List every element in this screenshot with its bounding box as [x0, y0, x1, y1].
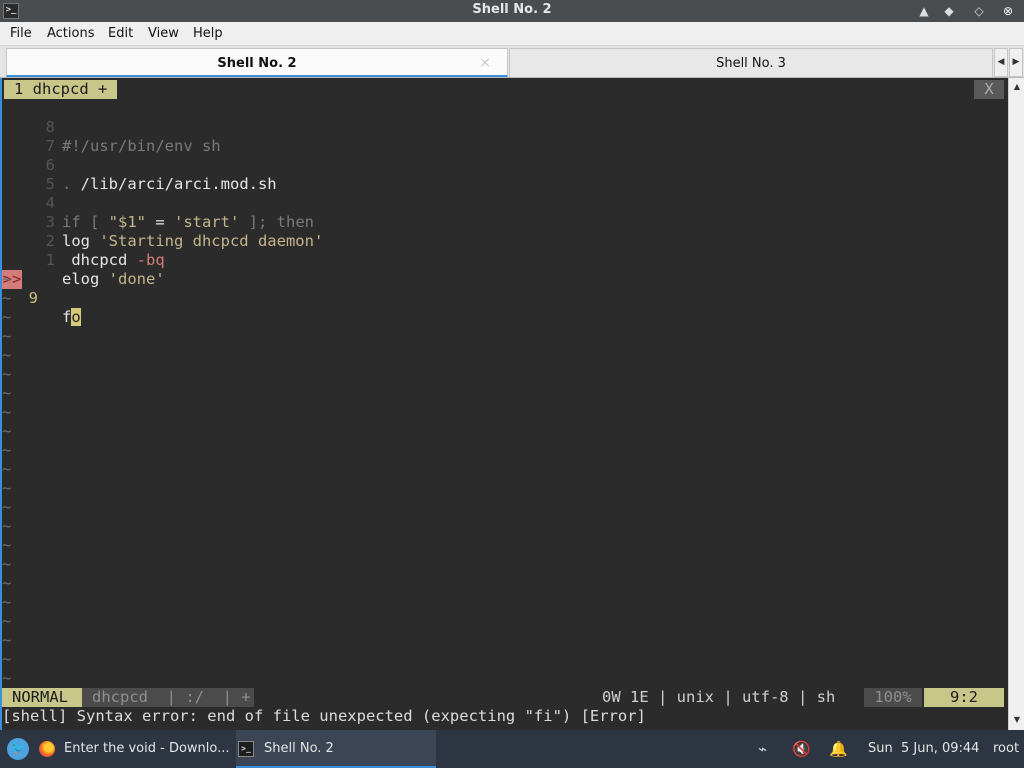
menu-view[interactable]: View — [148, 26, 179, 41]
code-line: 8 #!/usr/bin/env sh — [2, 99, 1006, 155]
empty-line-tilde: ~ — [2, 403, 12, 421]
code-text: elog 'done' — [62, 270, 165, 288]
tab-shell-3[interactable]: Shell No. 3 — [509, 48, 993, 77]
empty-line-tilde: ~ — [2, 441, 12, 459]
notifications-icon[interactable]: 🔔 — [829, 730, 848, 768]
taskbar: 🐦 Enter the void - Downlo... >_ Shell No… — [0, 730, 1024, 768]
vim-buffer-tab[interactable]: 1 dhcpcd + — [4, 80, 118, 99]
empty-line-tilde: ~ — [2, 631, 12, 649]
maximize-button[interactable]: ◇ — [970, 2, 988, 20]
empty-line-tilde: ~ — [2, 498, 12, 516]
empty-line-tilde: ~ — [2, 479, 12, 497]
scroll-up-arrow-icon[interactable]: ▲ — [1011, 81, 1023, 93]
vim-buffer-close[interactable]: X — [974, 80, 1004, 99]
menu-help[interactable]: Help — [193, 26, 223, 41]
taskbar-item-label: Enter the void - Downlo... — [64, 741, 230, 756]
vim-file-info: 0W 1E | unix | utf-8 | sh — [602, 688, 836, 706]
vim-buffer-line: 1 dhcpcd + X — [4, 80, 1008, 99]
tab-bar: Shell No. 2 × Shell No. 3 ◀ ▶ — [0, 46, 1024, 78]
vim-statusline: NORMAL dhcpcd | :/ | + 0W 1E | unix | ut… — [2, 688, 1006, 707]
code-line: 3 log 'Starting dhcpcd daemon' — [2, 194, 1006, 250]
code-line: 5 — [2, 156, 1006, 193]
firefox-icon — [39, 741, 55, 757]
empty-line-tilde: ~ — [2, 327, 12, 345]
empty-line-tilde: ~ — [2, 574, 12, 592]
vim-mode: NORMAL — [2, 688, 82, 707]
vim-file-section: dhcpcd | :/ | + — [82, 688, 254, 707]
empty-line-tilde: ~ — [2, 460, 12, 478]
user-name: root — [993, 741, 1020, 756]
taskbar-item-firefox[interactable]: Enter the void - Downlo... — [36, 730, 234, 768]
tab-scroll-right-button[interactable]: ▶ — [1009, 48, 1023, 77]
terminal-icon: >_ — [238, 741, 254, 757]
empty-line-tilde: ~ — [2, 384, 12, 402]
code-line-current: >> 9 fo — [2, 251, 1006, 326]
empty-line-tilde: ~ — [2, 365, 12, 383]
empty-line-tilde: ~ — [2, 346, 12, 364]
code-line: 7 — [2, 118, 1006, 155]
empty-line-tilde: ~ — [2, 593, 12, 611]
tab-label: Shell No. 2 — [217, 56, 297, 71]
text-cursor: o — [71, 308, 81, 326]
line-number: 9 — [28, 289, 38, 307]
vim-message-line: [shell] Syntax error: end of file unexpe… — [2, 707, 646, 725]
window-titlebar: >_ Shell No. 2 ▲ ◆ ◇ ⊗ — [0, 0, 1024, 22]
empty-line-tilde: ~ — [2, 289, 12, 307]
void-logo-icon[interactable]: 🐦 — [7, 738, 29, 760]
terminal-scrollbar[interactable]: ▲ ▼ — [1008, 78, 1024, 730]
empty-line-tilde: ~ — [2, 517, 12, 535]
vim-percent: 100% — [864, 688, 922, 707]
vim-cursor-position: 9:2 — [924, 688, 1004, 707]
code-line: 4 if [ "$1" = 'start' ]; then — [2, 175, 1006, 231]
empty-line-tilde: ~ — [2, 612, 12, 630]
empty-line-tilde: ~ — [2, 270, 12, 288]
terminal-view[interactable]: 1 dhcpcd + X 8 #!/usr/bin/env sh 7 6 . /… — [0, 78, 1008, 730]
scroll-down-arrow-icon[interactable]: ▼ — [1011, 714, 1023, 726]
clock[interactable]: Sun 5 Jun, 09:44 — [868, 730, 979, 768]
empty-line-tilde: ~ — [2, 422, 12, 440]
empty-line-tilde: ~ — [2, 308, 12, 326]
code-line: 1 elog 'done' — [2, 232, 1006, 288]
empty-line-tilde: ~ — [2, 669, 12, 687]
menu-bar: File Actions Edit View Help — [0, 22, 1024, 46]
empty-line-tilde: ~ — [2, 555, 12, 573]
empty-line-tilde: ~ — [2, 650, 12, 668]
code-line: 2 dhcpcd -bq — [2, 213, 1006, 269]
tab-shell-2[interactable]: Shell No. 2 × — [6, 48, 508, 77]
taskbar-item-shell[interactable]: >_ Shell No. 2 — [236, 730, 436, 768]
network-icon[interactable]: ⌁ — [758, 730, 767, 768]
menu-file[interactable]: File — [10, 26, 32, 41]
menu-edit[interactable]: Edit — [108, 26, 133, 41]
minimize-button[interactable]: ▲ — [915, 2, 933, 20]
code-text: fo — [62, 308, 81, 326]
volume-muted-icon[interactable]: 🔇 — [792, 730, 811, 768]
code-line: 6 . /lib/arci/arci.mod.sh — [2, 137, 1006, 193]
taskbar-item-label: Shell No. 2 — [264, 741, 334, 756]
tab-scroll-left-button[interactable]: ◀ — [994, 48, 1008, 77]
window-title: Shell No. 2 — [472, 2, 552, 17]
restore-button[interactable]: ◆ — [940, 2, 958, 20]
tab-label: Shell No. 3 — [716, 56, 786, 71]
close-button[interactable]: ⊗ — [999, 2, 1017, 20]
menu-actions[interactable]: Actions — [47, 26, 95, 41]
empty-line-tilde: ~ — [2, 536, 12, 554]
tab-close-icon[interactable]: × — [479, 49, 491, 78]
